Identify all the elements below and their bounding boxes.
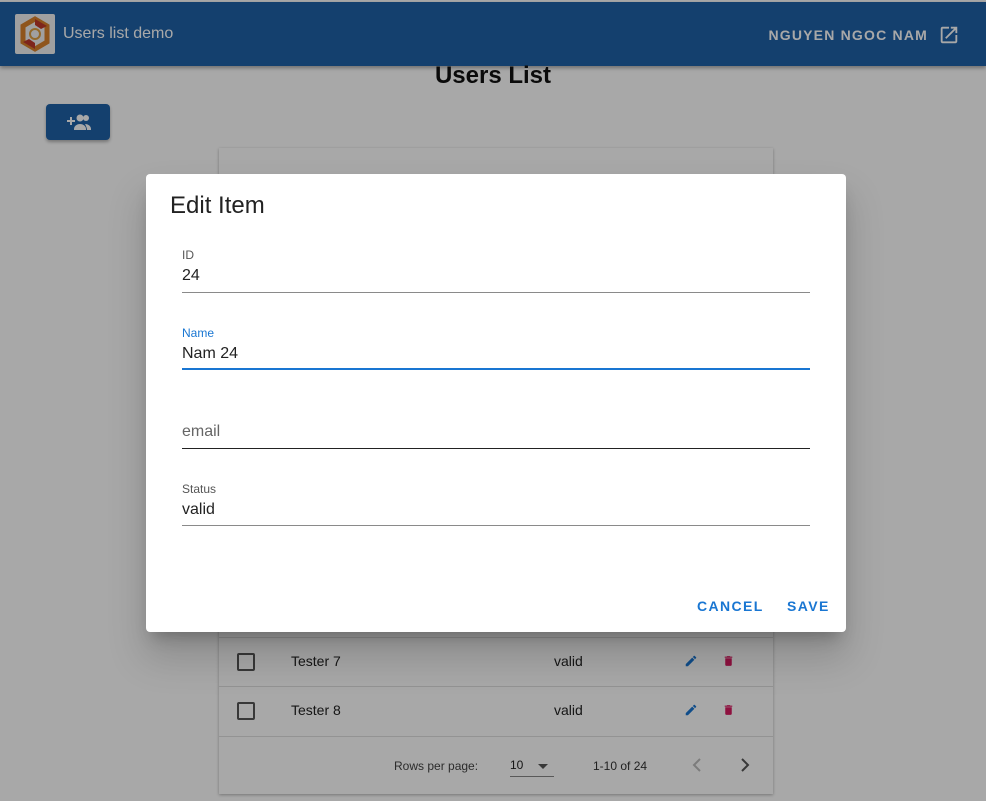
name-field[interactable]: Name [182,326,810,372]
dialog-title: Edit Item [170,192,265,219]
name-input[interactable] [182,344,810,364]
cancel-button[interactable]: CANCEL [697,598,764,614]
id-underline [182,292,810,293]
status-underline [182,525,810,526]
name-underline [182,368,810,370]
status-label: Status [182,482,217,496]
name-label: Name [182,326,215,340]
email-input[interactable] [182,422,810,442]
edit-item-dialog: Edit Item ID Name Status CANCEL SAVE [146,174,846,632]
id-input[interactable] [182,266,810,286]
status-input[interactable] [182,500,810,520]
email-underline [182,448,810,449]
save-button[interactable]: SAVE [787,598,830,614]
status-field[interactable]: Status [182,482,810,528]
email-field[interactable] [182,404,810,450]
id-label: ID [182,248,194,262]
id-field[interactable]: ID [182,248,810,294]
